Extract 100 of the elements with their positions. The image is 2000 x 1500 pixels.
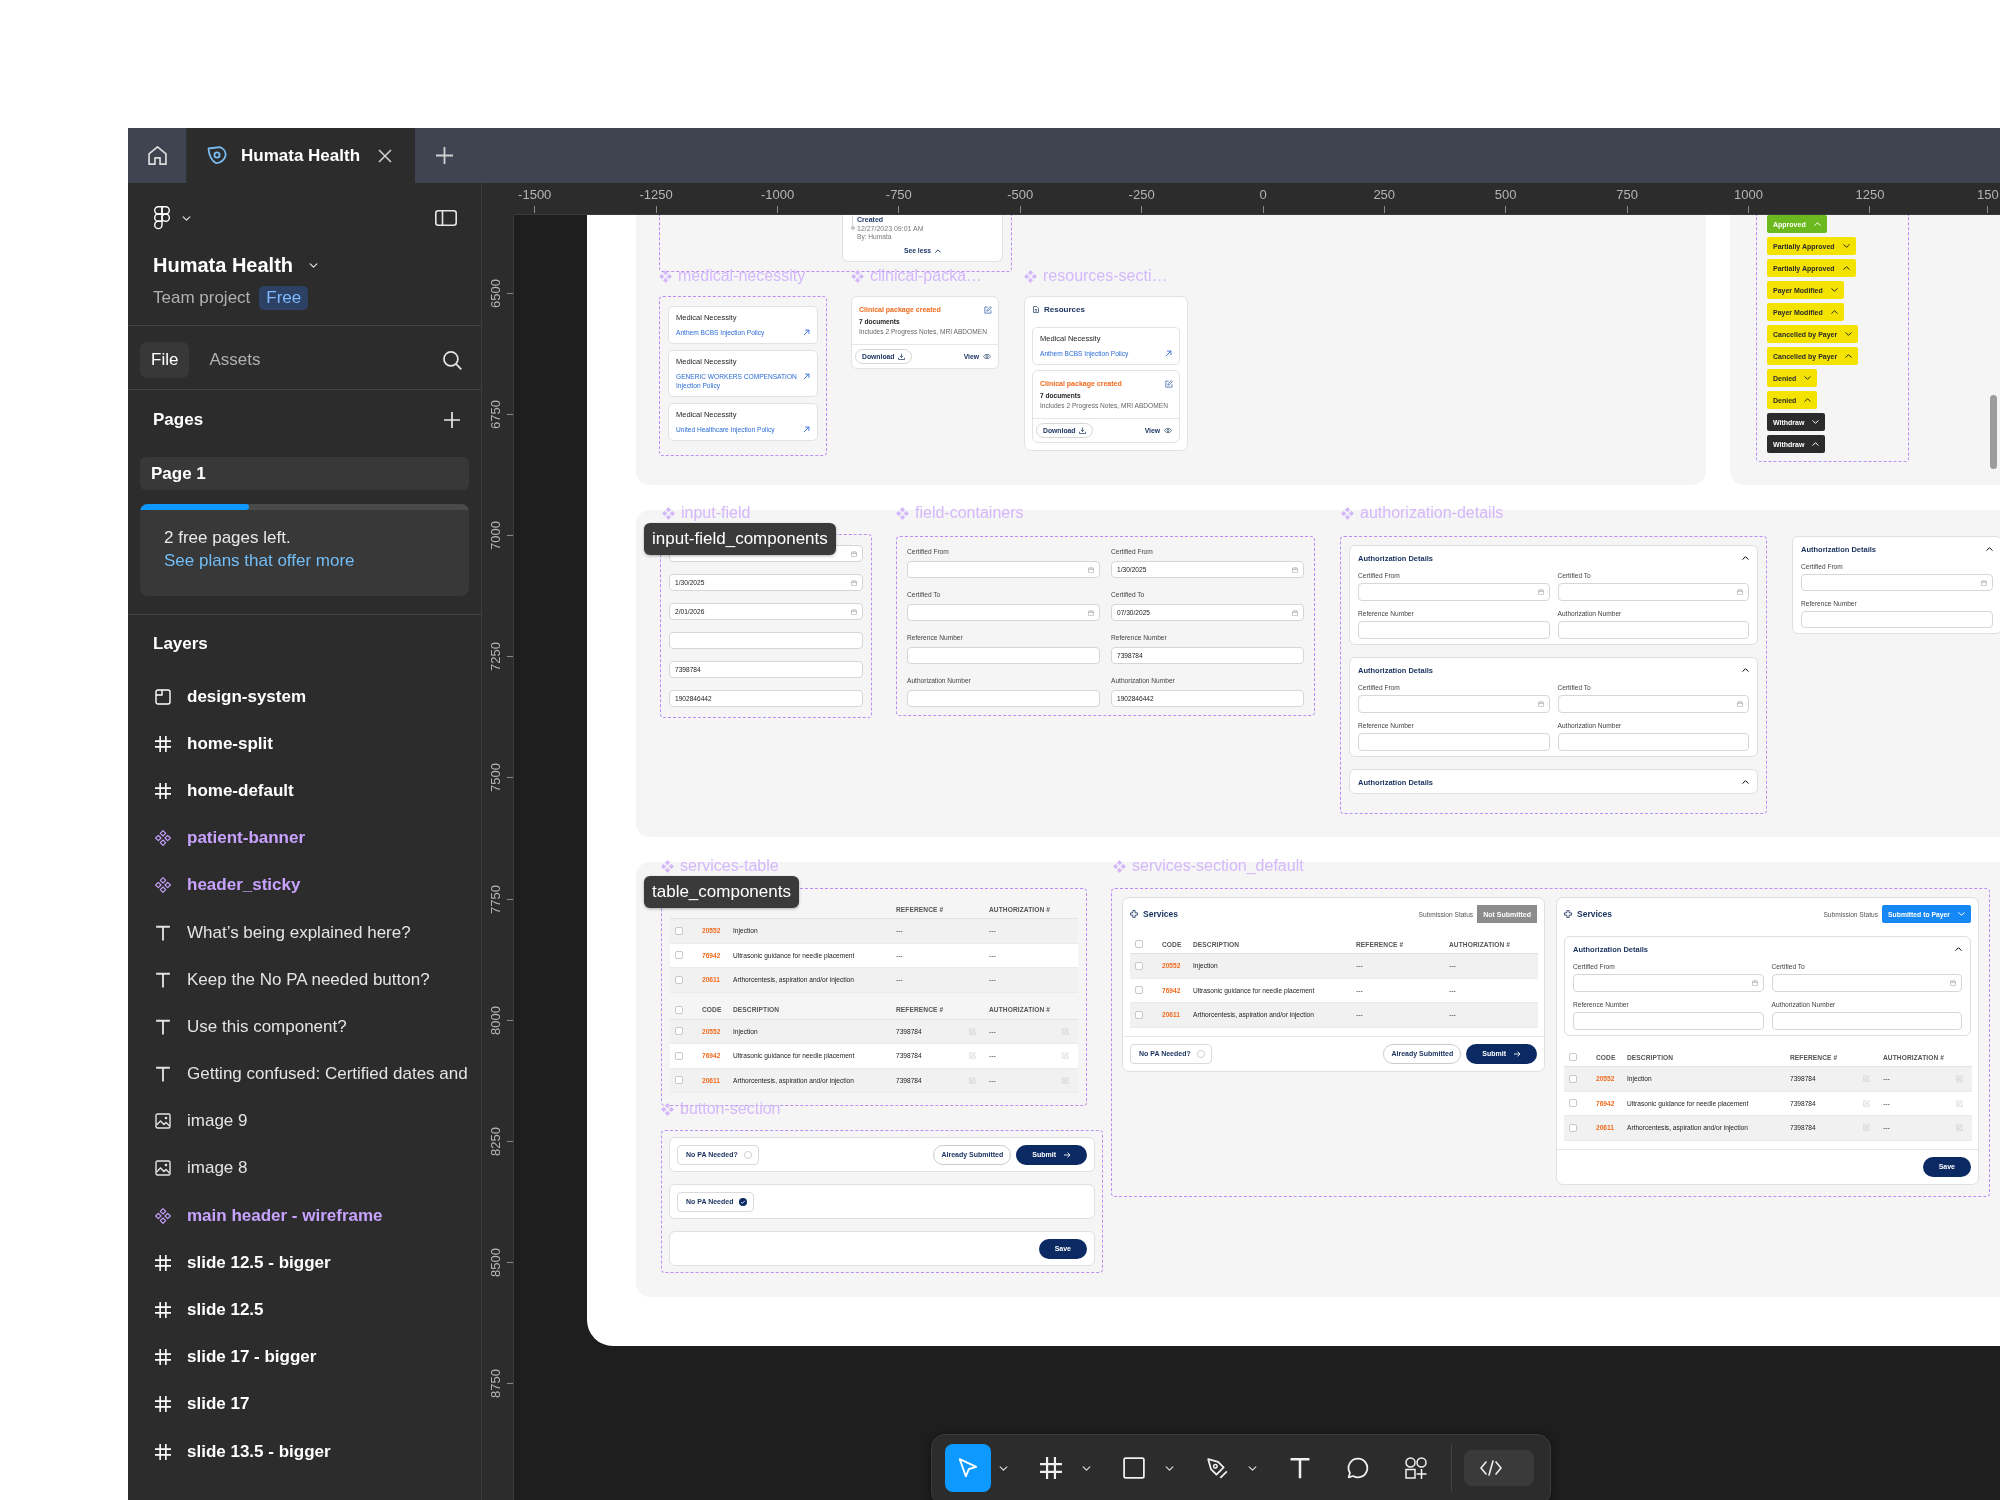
search-icon[interactable] xyxy=(443,350,462,370)
layer-item[interactable]: main header - wireframe xyxy=(128,1192,481,1240)
input-field[interactable] xyxy=(1771,974,1962,992)
calendar-icon[interactable] xyxy=(1292,566,1298,573)
close-icon[interactable] xyxy=(378,148,392,163)
caret-icon[interactable] xyxy=(309,262,319,268)
edit-icon[interactable] xyxy=(1062,1027,1069,1035)
layer-item[interactable]: Use this component? xyxy=(128,1003,481,1051)
calendar-icon[interactable] xyxy=(1737,589,1743,595)
input-field[interactable] xyxy=(669,632,863,649)
edit-icon[interactable] xyxy=(984,305,992,314)
edit-icon[interactable] xyxy=(1863,1075,1870,1083)
layer-item[interactable]: slide 12.5 - bigger xyxy=(128,1239,481,1287)
plus-icon[interactable] xyxy=(436,147,453,164)
row-checkbox[interactable] xyxy=(675,951,683,960)
layer-item[interactable]: slide 17 - bigger xyxy=(128,1333,481,1381)
edit-icon[interactable] xyxy=(969,1076,976,1084)
input-field[interactable] xyxy=(1358,733,1550,751)
input-field[interactable] xyxy=(907,604,1100,621)
calendar-icon[interactable] xyxy=(1737,701,1743,707)
tool-button[interactable] xyxy=(945,1444,991,1492)
edit-icon[interactable] xyxy=(1956,1075,1963,1083)
chevron-up-icon[interactable] xyxy=(1955,947,1962,951)
layer-item[interactable]: patient-banner xyxy=(128,814,481,862)
caret-icon[interactable] xyxy=(999,1465,1008,1471)
header-checkbox[interactable] xyxy=(1569,1053,1577,1061)
row-checkbox[interactable] xyxy=(675,1076,683,1085)
arrow-up-right-icon[interactable] xyxy=(803,329,810,336)
calendar-icon[interactable] xyxy=(851,579,857,586)
edit-icon[interactable] xyxy=(1956,1099,1963,1107)
chevron-up-icon[interactable] xyxy=(1742,668,1749,672)
calendar-icon[interactable] xyxy=(1088,566,1094,573)
edit-icon[interactable] xyxy=(1956,1124,1963,1132)
row-checkbox[interactable] xyxy=(1135,986,1143,995)
row-checkbox[interactable] xyxy=(1569,1099,1577,1108)
dev-mode-toggle[interactable] xyxy=(1464,1450,1534,1486)
row-checkbox[interactable] xyxy=(1135,1010,1143,1019)
layer-item[interactable]: slide 12.5 xyxy=(128,1286,481,1334)
layer-item[interactable]: image 9 xyxy=(128,1097,481,1145)
calendar-icon[interactable] xyxy=(1950,980,1956,986)
caret-icon[interactable] xyxy=(1165,1465,1174,1471)
layer-item[interactable]: image 8 xyxy=(128,1144,481,1193)
scrollbar-thumb[interactable] xyxy=(1990,395,1997,469)
calendar-icon[interactable] xyxy=(1537,701,1544,707)
edit-icon[interactable] xyxy=(1165,379,1173,388)
panel-tab[interactable]: Assets xyxy=(198,342,272,378)
arrow-up-right-icon[interactable] xyxy=(1165,350,1172,357)
arrow-up-right-icon[interactable] xyxy=(803,373,810,380)
chevron-up-icon[interactable] xyxy=(1986,547,1993,551)
input-field[interactable] xyxy=(1801,611,1993,628)
calendar-icon[interactable] xyxy=(1981,579,1987,586)
input-field[interactable] xyxy=(907,561,1100,578)
layer-item[interactable]: home-default xyxy=(128,767,481,815)
edit-icon[interactable] xyxy=(1863,1124,1870,1132)
calendar-icon[interactable] xyxy=(1751,980,1758,986)
edit-icon[interactable] xyxy=(1062,1076,1069,1084)
input-field[interactable] xyxy=(1358,695,1550,713)
edit-icon[interactable] xyxy=(969,1027,976,1035)
page-item[interactable]: Page 1 xyxy=(140,457,469,490)
layer-item[interactable]: slide 17 xyxy=(128,1380,481,1428)
caret-icon[interactable] xyxy=(1248,1465,1257,1471)
header-checkbox[interactable] xyxy=(1135,940,1143,948)
plans-link[interactable]: See plans that offer more xyxy=(164,550,355,571)
chevron-up-icon[interactable] xyxy=(1742,780,1749,784)
row-checkbox[interactable] xyxy=(675,1051,683,1060)
row-checkbox[interactable] xyxy=(675,1027,683,1036)
input-field[interactable] xyxy=(1557,583,1749,601)
row-checkbox[interactable] xyxy=(1569,1123,1577,1132)
edit-icon[interactable] xyxy=(1863,1099,1870,1107)
layer-item[interactable]: design-system xyxy=(128,673,481,721)
layer-item[interactable]: header_sticky xyxy=(128,861,481,909)
calendar-icon[interactable] xyxy=(851,608,857,615)
layer-item[interactable]: home-split xyxy=(128,720,481,768)
logo-icon[interactable] xyxy=(154,206,170,230)
edit-icon[interactable] xyxy=(1062,1052,1069,1060)
calendar-icon[interactable] xyxy=(1292,609,1298,616)
layer-item[interactable]: slide 13.5 - bigger xyxy=(128,1428,481,1476)
input-field[interactable] xyxy=(1573,1012,1764,1030)
header-checkbox[interactable] xyxy=(675,1005,683,1014)
arrow-up-right-icon[interactable] xyxy=(803,426,810,433)
file-name[interactable]: Humata Health xyxy=(153,253,294,277)
layer-item[interactable]: What’s being explained here? xyxy=(128,908,481,957)
input-field[interactable] xyxy=(1358,583,1550,601)
input-field[interactable] xyxy=(907,690,1100,707)
calendar-icon[interactable] xyxy=(1088,609,1094,616)
row-checkbox[interactable] xyxy=(1135,961,1143,970)
edit-icon[interactable] xyxy=(969,1052,976,1060)
layer-item[interactable]: Keep the No PA needed button? xyxy=(128,956,481,1004)
calendar-icon[interactable] xyxy=(1537,589,1544,595)
input-field[interactable] xyxy=(1557,621,1749,639)
input-field[interactable] xyxy=(1557,695,1749,713)
row-checkbox[interactable] xyxy=(1569,1074,1577,1083)
input-field[interactable] xyxy=(1771,1012,1962,1030)
plus-icon[interactable] xyxy=(444,412,460,428)
panel-tab[interactable]: File xyxy=(140,342,190,378)
input-field[interactable] xyxy=(1358,621,1550,639)
row-checkbox[interactable] xyxy=(675,975,683,984)
chevron-up-icon[interactable] xyxy=(1742,556,1749,560)
calendar-icon[interactable] xyxy=(851,550,857,557)
document-tab[interactable]: Humata Health xyxy=(187,128,415,183)
